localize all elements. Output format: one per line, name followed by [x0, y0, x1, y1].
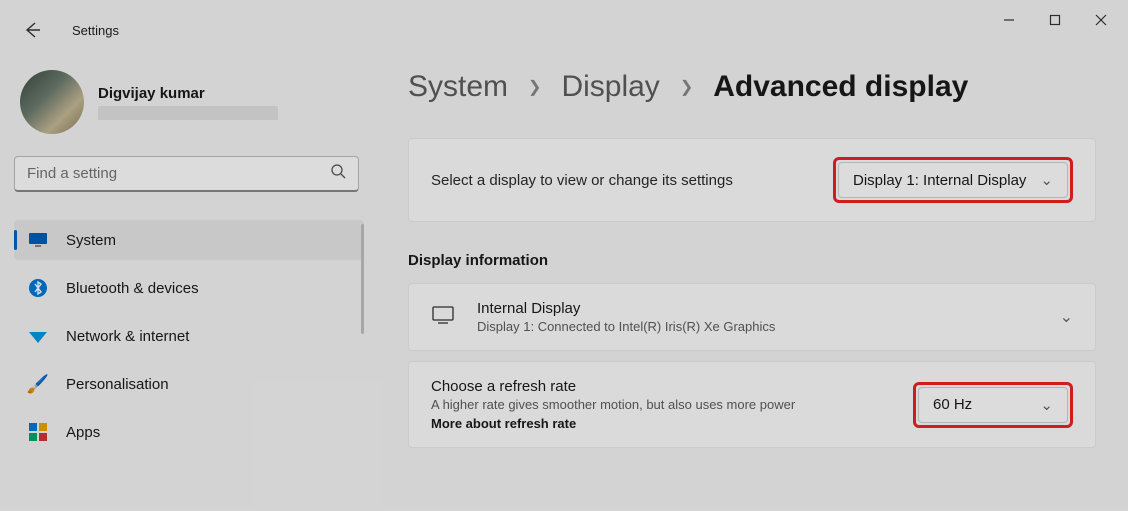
display-info-panel[interactable]: Internal Display Display 1: Connected to…: [408, 283, 1096, 351]
paintbrush-icon: 🖌️: [28, 374, 48, 394]
sidebar-item-apps[interactable]: Apps: [14, 412, 364, 452]
avatar: [20, 70, 84, 134]
breadcrumb-display[interactable]: Display: [561, 70, 659, 104]
refresh-rate-panel: Choose a refresh rate A higher rate give…: [408, 361, 1096, 448]
chevron-down-icon: ⌄: [1060, 307, 1073, 327]
display-info-title: Internal Display: [477, 300, 1038, 317]
display-select-panel: Select a display to view or change its s…: [408, 138, 1096, 222]
user-name: Digvijay kumar: [98, 85, 278, 102]
sidebar-item-personalisation[interactable]: 🖌️ Personalisation: [14, 364, 364, 404]
display-select-value: Display 1: Internal Display: [853, 172, 1026, 189]
refresh-rate-dropdown[interactable]: 60 Hz ⌄: [918, 387, 1068, 423]
maximize-button[interactable]: [1032, 4, 1078, 36]
search-input[interactable]: [27, 165, 330, 182]
display-select-label: Select a display to view or change its s…: [431, 172, 833, 189]
sidebar-item-network[interactable]: Network & internet: [14, 316, 364, 356]
sidebar-nav: System Bluetooth & devices Network & int…: [14, 220, 364, 452]
app-title: Settings: [72, 23, 119, 38]
user-profile[interactable]: Digvijay kumar: [20, 70, 374, 134]
sidebar-item-label: Personalisation: [66, 376, 169, 393]
window-titlebar: [0, 0, 1128, 40]
display-info-heading: Display information: [408, 252, 1096, 269]
sidebar-item-bluetooth[interactable]: Bluetooth & devices: [14, 268, 364, 308]
refresh-rate-value: 60 Hz: [933, 396, 972, 413]
back-button[interactable]: [22, 20, 42, 40]
breadcrumb-system[interactable]: System: [408, 70, 508, 104]
refresh-link[interactable]: More about refresh rate: [431, 416, 913, 431]
wifi-icon: [28, 326, 48, 346]
sidebar-item-label: System: [66, 232, 116, 249]
refresh-title: Choose a refresh rate: [431, 378, 913, 395]
chevron-right-icon: ❯: [680, 77, 693, 97]
sidebar-item-system[interactable]: System: [14, 220, 364, 260]
highlight-box: Display 1: Internal Display ⌄: [833, 157, 1073, 203]
bluetooth-icon: [28, 278, 48, 298]
chevron-down-icon: ⌄: [1040, 396, 1053, 414]
sidebar-item-label: Bluetooth & devices: [66, 280, 199, 297]
user-email-placeholder: [98, 106, 278, 120]
apps-icon: [28, 422, 48, 442]
display-select-dropdown[interactable]: Display 1: Internal Display ⌄: [838, 162, 1068, 198]
refresh-sub: A higher rate gives smoother motion, but…: [431, 397, 913, 412]
sidebar-item-label: Network & internet: [66, 328, 189, 345]
highlight-box: 60 Hz ⌄: [913, 382, 1073, 428]
search-icon: [330, 163, 346, 184]
search-input-wrapper[interactable]: [14, 156, 359, 192]
close-button[interactable]: [1078, 4, 1124, 36]
breadcrumb-current: Advanced display: [713, 70, 968, 104]
chevron-down-icon: ⌄: [1040, 171, 1053, 189]
monitor-icon: [431, 305, 455, 330]
breadcrumb: System ❯ Display ❯ Advanced display: [408, 70, 1096, 104]
system-icon: [28, 230, 48, 250]
display-info-sub: Display 1: Connected to Intel(R) Iris(R)…: [477, 319, 1038, 334]
sidebar-item-label: Apps: [66, 424, 100, 441]
chevron-right-icon: ❯: [528, 77, 541, 97]
back-arrow-icon: [22, 20, 42, 40]
minimize-button[interactable]: [986, 4, 1032, 36]
